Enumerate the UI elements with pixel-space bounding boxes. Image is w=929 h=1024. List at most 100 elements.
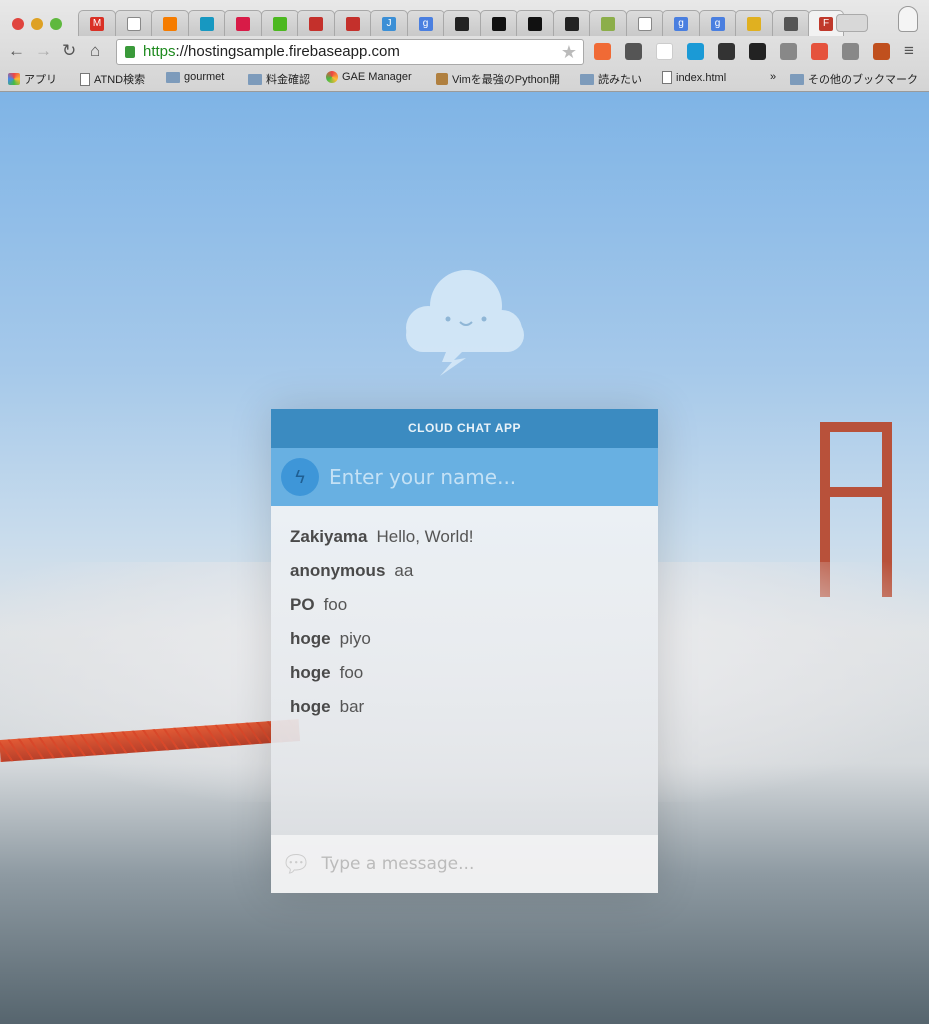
name-input[interactable]	[329, 465, 629, 489]
address-bar[interactable]: https://hostingsample.firebaseapp.com ★	[116, 39, 584, 65]
message-text: aa	[394, 561, 414, 580]
salesforce-icon	[199, 16, 214, 31]
bookmark-item[interactable]: アプリ	[8, 71, 57, 87]
message-author: hoge	[290, 663, 331, 682]
bookmark-label: GAE Manager	[342, 71, 412, 83]
cast-icon[interactable]	[780, 43, 797, 60]
message-list: Zakiyama Hello, World! anonymous aa PO foo hog…	[271, 506, 658, 835]
square-icon	[491, 16, 506, 31]
browser-tab[interactable]	[771, 10, 810, 36]
more-bookmarks-button[interactable]: »	[770, 71, 776, 83]
chrome-icon	[326, 71, 338, 83]
minimize-window-button[interactable]	[31, 18, 43, 30]
browser-tab[interactable]: g	[698, 10, 737, 36]
browser-tab[interactable]	[151, 10, 189, 36]
battery-icon	[272, 16, 287, 31]
tab-strip: M Jg g g F	[0, 6, 929, 36]
other-bookmarks[interactable]: その他のブックマーク	[790, 71, 918, 87]
bookmark-item[interactable]: gourmet	[166, 71, 224, 83]
ext-icon[interactable]	[811, 43, 828, 60]
message-author: hoge	[290, 629, 331, 648]
app-title: CLOUD CHAT APP	[271, 409, 658, 448]
google-icon: g	[418, 16, 433, 31]
message-bar: 💬︎	[271, 835, 658, 893]
bookmark-item[interactable]: ATND検索	[80, 71, 145, 87]
browser-tab[interactable]: g	[406, 10, 445, 36]
page-icon	[80, 72, 90, 86]
browser-tab[interactable]: g	[662, 10, 700, 36]
clapper-icon	[455, 16, 469, 31]
bookmark-item[interactable]: GAE Manager	[326, 71, 412, 83]
zoom-window-button[interactable]	[50, 18, 62, 30]
browser-tab[interactable]	[516, 10, 554, 36]
browser-tab[interactable]	[589, 10, 627, 36]
message-item: hoge bar	[290, 690, 639, 724]
ext-icon[interactable]	[842, 43, 859, 60]
close-window-button[interactable]	[12, 18, 24, 30]
forward-button[interactable]: →	[35, 41, 52, 61]
bookmark-item[interactable]: 料金確認	[248, 71, 310, 87]
message-text: foo	[339, 663, 364, 682]
ext-icon[interactable]	[594, 43, 611, 60]
j-icon: J	[382, 16, 396, 31]
folder-icon	[580, 73, 594, 85]
y-icon[interactable]	[687, 43, 704, 60]
heart-icon	[236, 16, 250, 31]
browser-tab[interactable]	[333, 10, 372, 36]
bookmark-item[interactable]: 読みたい	[580, 71, 642, 87]
folder-icon	[166, 71, 180, 83]
browser-tab[interactable]	[187, 10, 226, 36]
browser-chrome: M Jg g g F ← → ↻ ⌂ https://hostingsample.fir…	[0, 0, 929, 92]
browser-tab[interactable]	[224, 10, 262, 36]
page-icon	[126, 16, 141, 31]
browser-tab[interactable]	[625, 10, 664, 36]
bookmark-item[interactable]: index.html	[662, 71, 726, 84]
wikipedia-icon[interactable]	[656, 43, 673, 60]
lightning-icon: ϟ	[281, 458, 319, 496]
chat-panel: CLOUD CHAT APP ϟ Zakiyama Hello, World! an…	[271, 409, 658, 893]
gmail-icon: M	[90, 16, 104, 31]
message-item: Zakiyama Hello, World!	[290, 520, 639, 554]
speech-bubble-icon: 💬︎	[281, 850, 312, 878]
message-input[interactable]	[321, 854, 642, 874]
person-icon	[436, 73, 448, 85]
blogger-icon	[163, 16, 177, 31]
message-text: Hello, World!	[376, 527, 474, 546]
google-icon: g	[710, 16, 725, 31]
back-button[interactable]: ←	[8, 41, 25, 61]
browser-tab[interactable]	[297, 10, 335, 36]
ext-icon[interactable]	[749, 43, 766, 60]
bookmark-label: gourmet	[184, 71, 225, 83]
message-author: PO	[290, 595, 315, 614]
bookmark-label: 読みたい	[598, 74, 642, 86]
home-button[interactable]: ⌂	[90, 41, 100, 61]
bookmark-star-icon[interactable]: ★	[561, 40, 577, 64]
reload-button[interactable]: ↻	[62, 41, 76, 61]
message-item: hoge piyo	[290, 622, 639, 656]
message-author: anonymous	[290, 561, 386, 580]
browser-tab[interactable]	[479, 10, 518, 36]
square-icon	[528, 16, 542, 31]
new-tab-button[interactable]	[836, 14, 868, 32]
browser-tab[interactable]: J	[370, 10, 408, 36]
url-scheme: https	[143, 43, 176, 60]
menu-icon[interactable]: ≡	[904, 41, 914, 61]
firebase-icon: F	[819, 16, 833, 31]
bookmark-label: その他のブックマーク	[808, 74, 918, 86]
browser-tab[interactable]: M	[78, 10, 116, 36]
gear-icon[interactable]	[718, 43, 735, 60]
browser-tab[interactable]	[552, 10, 591, 36]
info-icon	[783, 16, 798, 31]
ext-icon[interactable]	[873, 43, 890, 60]
browser-tab[interactable]	[443, 10, 481, 36]
browser-tab[interactable]	[260, 10, 299, 36]
bookmark-label: 料金確認	[266, 74, 310, 86]
browser-tab[interactable]	[735, 10, 773, 36]
f-icon	[601, 16, 615, 31]
message-item: anonymous aa	[290, 554, 639, 588]
profile-avatar-icon[interactable]	[898, 6, 918, 32]
browser-tab[interactable]	[114, 10, 153, 36]
message-item: PO foo	[290, 588, 639, 622]
pocket-icon[interactable]	[625, 43, 642, 60]
bookmark-item[interactable]: Vimを最強のPython開	[436, 71, 560, 87]
